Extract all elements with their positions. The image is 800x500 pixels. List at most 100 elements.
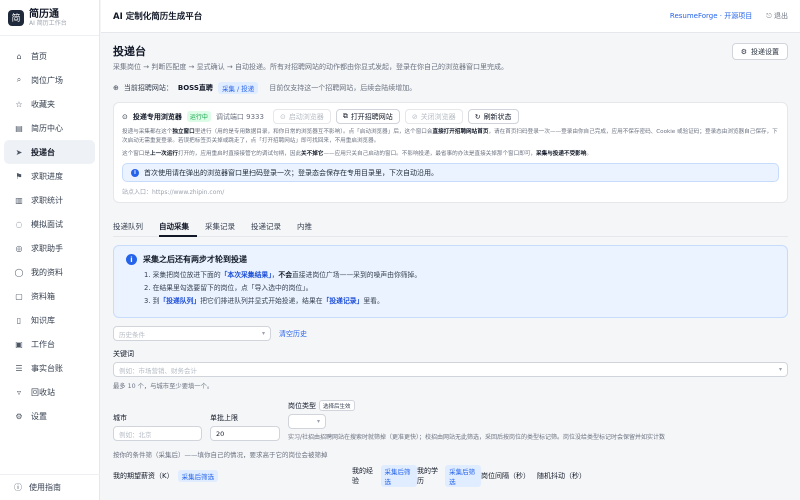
brand[interactable]: 简 简历通 AI 简历工作台 — [0, 0, 99, 36]
main-content: 投递台 采集岗位 → 判断匹配度 → 显式确认 → 自动投递。所有对招聘网站的动… — [101, 33, 800, 500]
job-type-select[interactable]: ▾ — [288, 414, 326, 429]
sidebar-item-5[interactable]: ⚑ 求职进度 — [4, 164, 95, 188]
trash-icon: ▿ — [16, 387, 21, 397]
send-icon: ➤ — [15, 147, 23, 157]
star-icon: ☆ — [15, 99, 23, 109]
sidebar-item-14[interactable]: ▿ 回收站 — [4, 380, 95, 404]
debug-port: 调试端口 9333 — [215, 112, 264, 121]
sidebar-item-label: 简历中心 — [31, 123, 63, 133]
logout-icon: ⎋ — [766, 12, 772, 20]
sidebar-item-10[interactable]: ▢ 资料箱 — [4, 284, 95, 308]
sidebar-item-3[interactable]: ▤ 简历中心 — [4, 116, 95, 140]
sidebar-item-7[interactable]: ◌ 模拟面试 — [4, 212, 95, 236]
sidebar-nav: ⌂ 首页 ⌕ 岗位广场 ☆ 收藏夹 ▤ 简历中心 ➤ 投递台 ⚑ 求职进度 ▥ 求职统计 ◌ 模拟面试 ◎ 求职助… — [0, 36, 99, 428]
sidebar-item-label: 设置 — [31, 411, 47, 421]
sidebar-item-4[interactable]: ➤ 投递台 — [4, 140, 95, 164]
document-icon: ▤ — [15, 123, 23, 133]
sidebar-item-label: 岗位广场 — [31, 75, 63, 85]
browser-button-label: 启动浏览器 — [288, 112, 324, 121]
chevron-down-icon: ▾ — [316, 418, 320, 425]
user-guide-link[interactable]: ⓘ 使用指南 — [0, 474, 100, 500]
job-type-apply-button[interactable]: 选择后生效 — [319, 400, 355, 411]
sidebar-item-8[interactable]: ◎ 求职助手 — [4, 236, 95, 260]
tab-3[interactable]: 投递记录 — [251, 221, 289, 237]
sidebar-item-label: 投递台 — [31, 147, 55, 157]
sidebar-item-label: 收藏夹 — [31, 99, 55, 109]
browser-button-label: 打开招聘网站 — [350, 112, 393, 121]
keyword-input[interactable]: 例如：市场营销、财务会计 ▾ — [113, 362, 788, 377]
delivery-settings-label: 投递设置 — [751, 47, 779, 56]
browser-card: ⊙ 投递专用浏览器 运行中 调试端口 9333 ⊙ 启动浏览器 ⧉ 打开招聘网站 ⊘ 关闭… — [113, 102, 788, 203]
tab-bar: 投递队列 自动采集 采集记录 投递记录 内推 — [113, 221, 788, 237]
browser-button-0[interactable]: ⊙ 启动浏览器 — [272, 109, 331, 124]
sidebar-item-13[interactable]: ☰ 事实台账 — [4, 356, 95, 380]
current-site-label: 当前招聘网站： — [123, 84, 173, 92]
sidebar-item-6[interactable]: ▥ 求职统计 — [4, 188, 95, 212]
keyword-label: 关键词 — [113, 350, 134, 358]
filter-field-2: 我的学历 采集后筛选 — [417, 465, 481, 487]
filter-field-0: 我的期望薪资（K） 采集后筛选 — [113, 470, 352, 482]
user-guide-label: 使用指南 — [29, 483, 61, 492]
job-type-field: 岗位类型 选择后生效 — [288, 400, 788, 411]
per-batch-input[interactable]: 20 — [210, 426, 280, 441]
browser-button-icon: ⊙ — [279, 112, 286, 121]
sidebar-item-1[interactable]: ⌕ 岗位广场 — [4, 68, 95, 92]
assistant-icon: ◎ — [15, 243, 23, 253]
app-title: AI 定制化简历生成平台 — [113, 12, 203, 22]
filter-condition-hint: 按你的条件筛（采集后）——填你自己的情况，要求高于它的岗位会被筛掉 — [113, 451, 328, 459]
logout-label: 退出 — [774, 12, 788, 20]
browser-button-label: 关闭浏览器 — [420, 112, 456, 121]
sidebar-item-label: 我的资料 — [31, 267, 63, 277]
filter-field-label: 随机抖动（秒） — [537, 472, 586, 480]
sidebar-item-15[interactable]: ⚙ 设置 — [4, 404, 95, 428]
sidebar-item-label: 求职助手 — [31, 243, 63, 253]
sidebar-item-2[interactable]: ☆ 收藏夹 — [4, 92, 95, 116]
filter-field-label: 我的经验 — [352, 467, 373, 485]
notice-title: 采集之后还有两步才轮到投递 — [143, 255, 247, 264]
post-filter-tag: 采集后筛选 — [177, 470, 219, 482]
user-icon: ◯ — [14, 267, 24, 277]
sidebar-item-9[interactable]: ◯ 我的资料 — [4, 260, 95, 284]
browser-button-2[interactable]: ⊘ 关闭浏览器 — [404, 109, 463, 124]
ledger-icon: ☰ — [15, 363, 23, 373]
city-input[interactable]: 例如：北京 — [113, 426, 202, 441]
chevron-down-icon: ▾ — [261, 330, 265, 337]
delivery-settings-button[interactable]: ⚙ 投递设置 — [731, 43, 788, 60]
tab-2[interactable]: 采集记录 — [205, 221, 243, 237]
box-icon: ▢ — [15, 291, 23, 301]
notice-step-1: 1. 采集把岗位放进下面的「本次采集结果」，不会直接进岗位广场——采到的噪声由你… — [144, 271, 422, 279]
chevron-down-icon: ▾ — [778, 366, 782, 373]
sidebar-item-label: 首页 — [31, 51, 47, 61]
filter-field-label: 我的期望薪资（K） — [113, 472, 174, 480]
per-batch-label: 单批上限 — [210, 414, 238, 422]
project-link[interactable]: ResumeForge · 开源项目 — [670, 11, 752, 21]
filter-field-1: 我的经验 采集后筛选 — [352, 465, 417, 487]
logout-button[interactable]: ⎋ 退出 — [766, 11, 788, 21]
sidebar-item-label: 资料箱 — [31, 291, 55, 301]
site-note: 目前仅支持这一个招聘网站，后续会陆续增加。 — [269, 84, 417, 92]
sidebar-item-0[interactable]: ⌂ 首页 — [4, 44, 95, 68]
job-type-hint: 实习/社招由招聘网站在搜索时就筛掉（更准更快）；校招由网站无此筛选，采回后按岗位… — [288, 434, 666, 441]
browser-button-3[interactable]: ↻ 刷新状态 — [467, 109, 519, 124]
flag-icon: ⚑ — [15, 171, 23, 181]
brand-logo: 简 — [8, 9, 24, 26]
browser-button-1[interactable]: ⧉ 打开招聘网站 — [335, 109, 400, 124]
gear-icon: ⚙ — [740, 47, 747, 56]
sidebar-item-label: 工作台 — [31, 339, 55, 349]
login-info-text: 首次使用请在弹出的浏览器窗口里扫码登录一次；登录态会保存在专用目录里，下次自动沿… — [144, 168, 438, 177]
tab-0[interactable]: 投递队列 — [113, 221, 151, 237]
sidebar-item-11[interactable]: ▯ 知识库 — [4, 308, 95, 332]
home-icon: ⌂ — [16, 51, 22, 61]
notice-step-2: 2. 在结果里勾选要留下的岗位，点「导入选中的岗位」。 — [144, 284, 313, 292]
briefcase-icon: ▣ — [15, 339, 23, 349]
clear-history-link[interactable]: 清空历史 — [279, 329, 307, 339]
tab-1[interactable]: 自动采集 — [159, 221, 197, 237]
page-title: 投递台 — [113, 45, 146, 58]
browser-icon: ⊙ — [122, 112, 128, 121]
sidebar-item-label: 求职进度 — [31, 171, 63, 181]
sidebar-item-12[interactable]: ▣ 工作台 — [4, 332, 95, 356]
browser-takeover-note: 这个窗口是上一次运行打开的，应用重启时直接接管它的调试句柄，因此关不掉它——应用… — [122, 151, 592, 157]
globe-icon: ⊕ — [113, 84, 119, 92]
history-select[interactable]: 历史条件 ▾ — [113, 326, 271, 341]
tab-4[interactable]: 内推 — [297, 221, 320, 237]
